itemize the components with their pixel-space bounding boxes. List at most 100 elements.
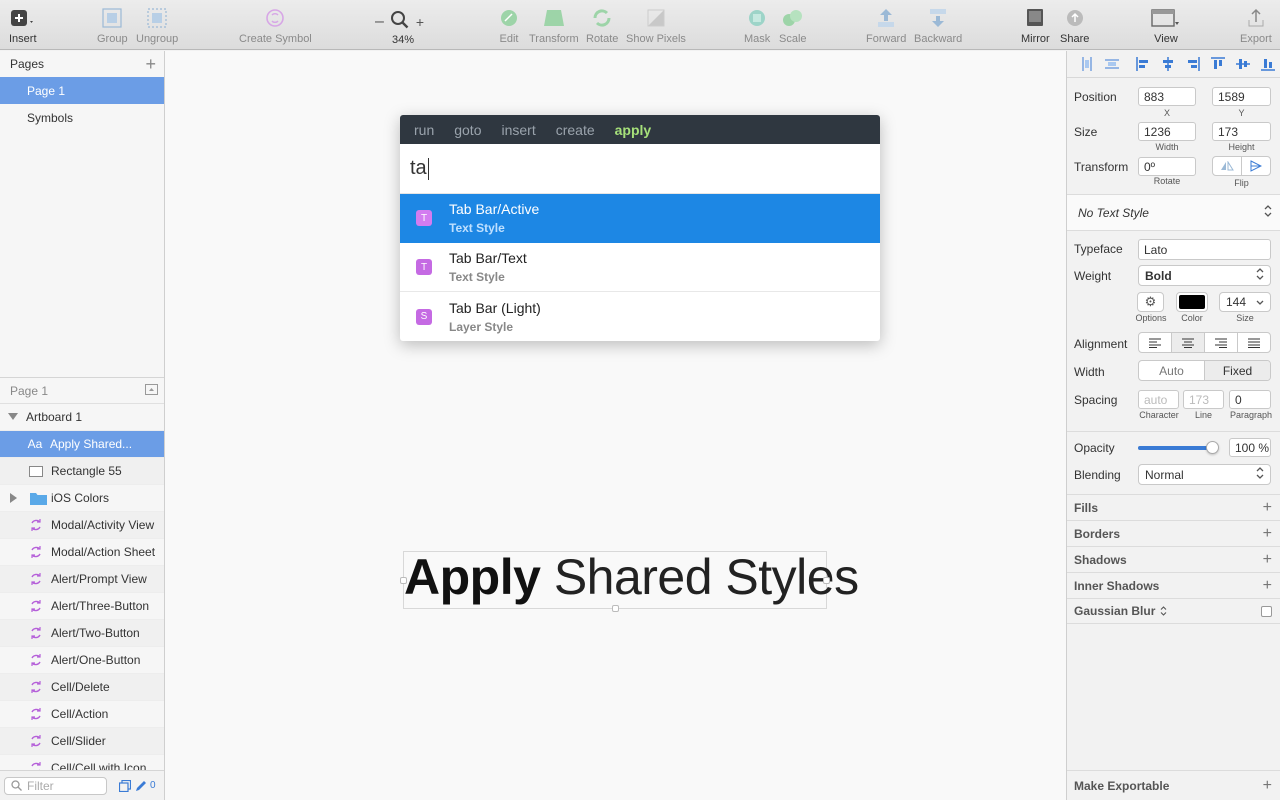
layer-item[interactable]: Alert/One-Button xyxy=(0,647,164,674)
gaussian-blur-section[interactable]: Gaussian Blur xyxy=(1067,598,1280,624)
zoom-out-button[interactable]: – xyxy=(375,13,384,31)
layer-item[interactable]: Alert/Prompt View xyxy=(0,566,164,593)
layer-item[interactable]: Alert/Two-Button xyxy=(0,620,164,647)
width-fixed-button[interactable]: Fixed xyxy=(1205,361,1270,380)
add-shadow-button[interactable]: + xyxy=(1263,551,1272,569)
runner-result[interactable]: S Tab Bar (Light) Layer Style xyxy=(400,292,880,341)
rotate-button[interactable]: Rotate xyxy=(586,6,618,45)
align-top-icon[interactable] xyxy=(1205,56,1230,72)
paragraph-spacing-input[interactable]: 0 xyxy=(1229,390,1271,409)
layer-artboard[interactable]: Artboard 1 xyxy=(0,404,164,431)
align-left-icon[interactable] xyxy=(1130,56,1155,72)
add-inner-shadow-button[interactable]: + xyxy=(1263,577,1272,595)
add-border-button[interactable]: + xyxy=(1263,525,1272,543)
group-button[interactable]: Group xyxy=(97,6,128,45)
filter-input[interactable]: Filter xyxy=(4,776,107,795)
borders-section[interactable]: Borders + xyxy=(1067,520,1280,546)
opacity-input[interactable]: 100 % xyxy=(1229,438,1271,457)
add-page-button[interactable]: + xyxy=(145,55,156,73)
disclosure-closed-icon[interactable] xyxy=(0,493,26,503)
text-color-swatch[interactable] xyxy=(1176,292,1208,312)
text-align-center-icon[interactable] xyxy=(1172,333,1205,352)
artboard-filter-icon[interactable] xyxy=(119,779,131,792)
show-pixels-button[interactable]: Show Pixels xyxy=(626,6,686,45)
align-middle-icon[interactable] xyxy=(1230,56,1255,72)
text-align-right-icon[interactable] xyxy=(1205,333,1238,352)
height-input[interactable]: 173 xyxy=(1212,122,1271,141)
runner-tab-goto[interactable]: goto xyxy=(454,122,481,138)
opacity-slider[interactable] xyxy=(1138,441,1219,454)
fills-section[interactable]: Fills + xyxy=(1067,494,1280,520)
runner-tab-create[interactable]: create xyxy=(556,122,595,138)
align-bottom-icon[interactable] xyxy=(1255,56,1280,72)
character-spacing-input[interactable]: auto xyxy=(1138,390,1179,409)
flip-horizontal-icon[interactable] xyxy=(1213,157,1242,175)
layer-item[interactable]: Cell/Delete xyxy=(0,674,164,701)
text-align-justify-icon[interactable] xyxy=(1238,333,1270,352)
runner-tab-run[interactable]: run xyxy=(414,122,434,138)
page-item-symbols[interactable]: Symbols xyxy=(0,104,164,131)
add-export-button[interactable]: + xyxy=(1263,777,1272,795)
layer-item[interactable]: Modal/Action Sheet xyxy=(0,539,164,566)
edit-button[interactable]: Edit xyxy=(498,6,520,45)
runner-tab-insert[interactable]: insert xyxy=(501,122,535,138)
disclosure-open-icon[interactable] xyxy=(0,413,26,421)
align-center-icon[interactable] xyxy=(1155,56,1180,72)
font-size-input[interactable]: 144 xyxy=(1219,292,1271,312)
mask-button[interactable]: Mask xyxy=(744,6,770,45)
layer-item[interactable]: Cell/Slider xyxy=(0,728,164,755)
scale-button[interactable]: Scale xyxy=(779,6,807,45)
runner-result[interactable]: T Tab Bar/Text Text Style xyxy=(400,243,880,292)
selected-text-layer[interactable]: Apply Shared Styles xyxy=(400,549,859,612)
shadows-section[interactable]: Shadows + xyxy=(1067,546,1280,572)
zoom-in-button[interactable]: + xyxy=(416,14,424,30)
distribute-vertical-icon[interactable] xyxy=(1099,56,1124,72)
edit-pencil-icon[interactable] xyxy=(135,780,147,792)
make-exportable-section[interactable]: Make Exportable + xyxy=(1067,770,1280,800)
mirror-button[interactable]: Mirror xyxy=(1021,6,1050,45)
gaussian-blur-checkbox[interactable] xyxy=(1261,605,1272,617)
flip-vertical-icon[interactable] xyxy=(1242,157,1270,175)
text-style-select[interactable]: No Text Style xyxy=(1067,194,1280,231)
runner-result[interactable]: T Tab Bar/Active Text Style xyxy=(400,194,880,243)
layer-item[interactable]: Cell/Cell with Icon xyxy=(0,755,164,771)
forward-button[interactable]: Forward xyxy=(866,6,906,45)
collapse-pages-icon[interactable] xyxy=(145,383,158,398)
layer-item[interactable]: Rectangle 55 xyxy=(0,458,164,485)
weight-select[interactable]: Bold xyxy=(1138,265,1271,286)
share-button[interactable]: Share xyxy=(1060,6,1089,45)
resize-handle-left[interactable] xyxy=(400,577,407,584)
opacity-slider-knob[interactable] xyxy=(1206,441,1219,454)
page-item-page-1[interactable]: Page 1 xyxy=(0,77,164,104)
inner-shadows-section[interactable]: Inner Shadows + xyxy=(1067,572,1280,598)
layer-item[interactable]: Alert/Three-Button xyxy=(0,593,164,620)
ungroup-button[interactable]: Ungroup xyxy=(136,6,178,45)
insert-button[interactable]: Insert xyxy=(9,6,37,45)
width-auto-button[interactable]: Auto xyxy=(1139,361,1205,380)
text-options-button[interactable]: ⚙ xyxy=(1137,292,1164,312)
layer-item[interactable]: Aa Apply Shared... xyxy=(0,431,164,458)
rotate-input[interactable]: 0º xyxy=(1138,157,1196,176)
layer-item[interactable]: Cell/Action xyxy=(0,701,164,728)
layer-item[interactable]: Modal/Activity View xyxy=(0,512,164,539)
distribute-horizontal-icon[interactable] xyxy=(1074,56,1099,72)
blending-select[interactable]: Normal xyxy=(1138,464,1271,485)
create-symbol-button[interactable]: Create Symbol xyxy=(239,6,312,45)
add-fill-button[interactable]: + xyxy=(1263,499,1272,517)
resize-handle-right[interactable] xyxy=(823,577,830,584)
transform-button[interactable]: Transform xyxy=(529,6,579,45)
layer-item[interactable]: iOS Colors xyxy=(0,485,164,512)
resize-handle-bottom[interactable] xyxy=(612,605,619,612)
backward-button[interactable]: Backward xyxy=(914,6,962,45)
width-input[interactable]: 1236 xyxy=(1138,122,1196,141)
updown-chevron-icon[interactable] xyxy=(1160,606,1167,616)
position-y-input[interactable]: 1589 xyxy=(1212,87,1271,106)
position-x-input[interactable]: 883 xyxy=(1138,87,1196,106)
line-height-input[interactable]: 173 xyxy=(1183,390,1224,409)
view-button[interactable]: View xyxy=(1151,6,1181,45)
align-right-icon[interactable] xyxy=(1180,56,1205,72)
runner-search-input[interactable]: ta xyxy=(400,144,880,194)
text-align-left-icon[interactable] xyxy=(1139,333,1172,352)
export-button[interactable]: Export xyxy=(1240,6,1272,45)
typeface-input[interactable]: Lato xyxy=(1138,239,1271,260)
